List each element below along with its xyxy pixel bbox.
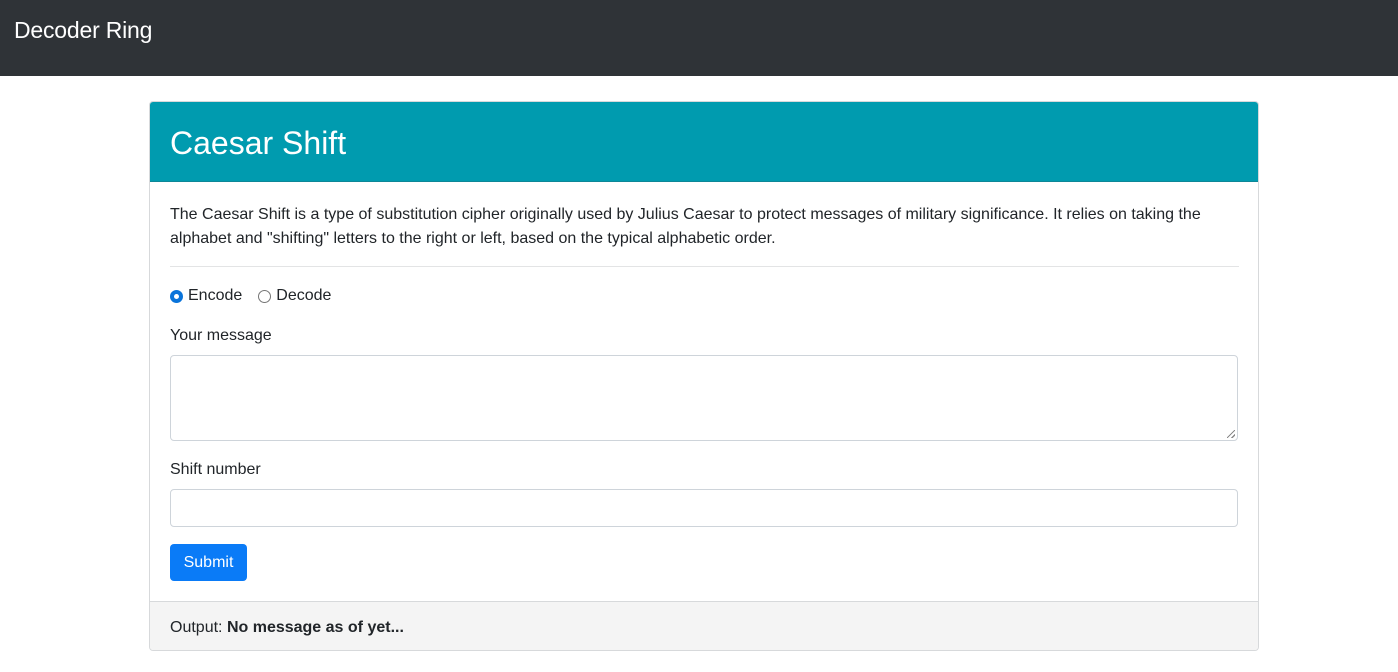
output-label: Output: xyxy=(170,619,223,636)
encode-label: Encode xyxy=(188,287,243,304)
card-description: The Caesar Shift is a type of substituti… xyxy=(170,206,1201,247)
card-footer: Output: No message as of yet... xyxy=(150,601,1258,650)
caesar-shift-card: Caesar Shift The Caesar Shift is a type … xyxy=(149,101,1259,651)
message-textarea[interactable] xyxy=(170,355,1238,441)
encode-radio[interactable] xyxy=(170,289,183,303)
divider xyxy=(170,266,1239,267)
message-label: Your message xyxy=(170,327,272,344)
submit-button[interactable]: Submit xyxy=(170,544,247,581)
resize-handle-icon[interactable] xyxy=(1227,430,1235,438)
output-line: Output: No message as of yet... xyxy=(170,616,404,640)
output-value: No message as of yet... xyxy=(226,619,404,636)
mode-radio-group: Encode Decode xyxy=(170,284,347,308)
card-title: Caesar Shift xyxy=(170,125,347,161)
decode-option[interactable]: Decode xyxy=(258,287,331,305)
card-header: Caesar Shift xyxy=(150,102,1258,182)
encode-option[interactable]: Encode xyxy=(170,287,242,305)
shift-number-input[interactable] xyxy=(170,489,1238,527)
navbar-brand[interactable]: Decoder Ring xyxy=(14,16,152,44)
navbar: Decoder Ring xyxy=(0,0,1398,76)
shift-label: Shift number xyxy=(170,461,261,478)
decode-label: Decode xyxy=(276,287,332,304)
decode-radio[interactable] xyxy=(258,289,272,303)
